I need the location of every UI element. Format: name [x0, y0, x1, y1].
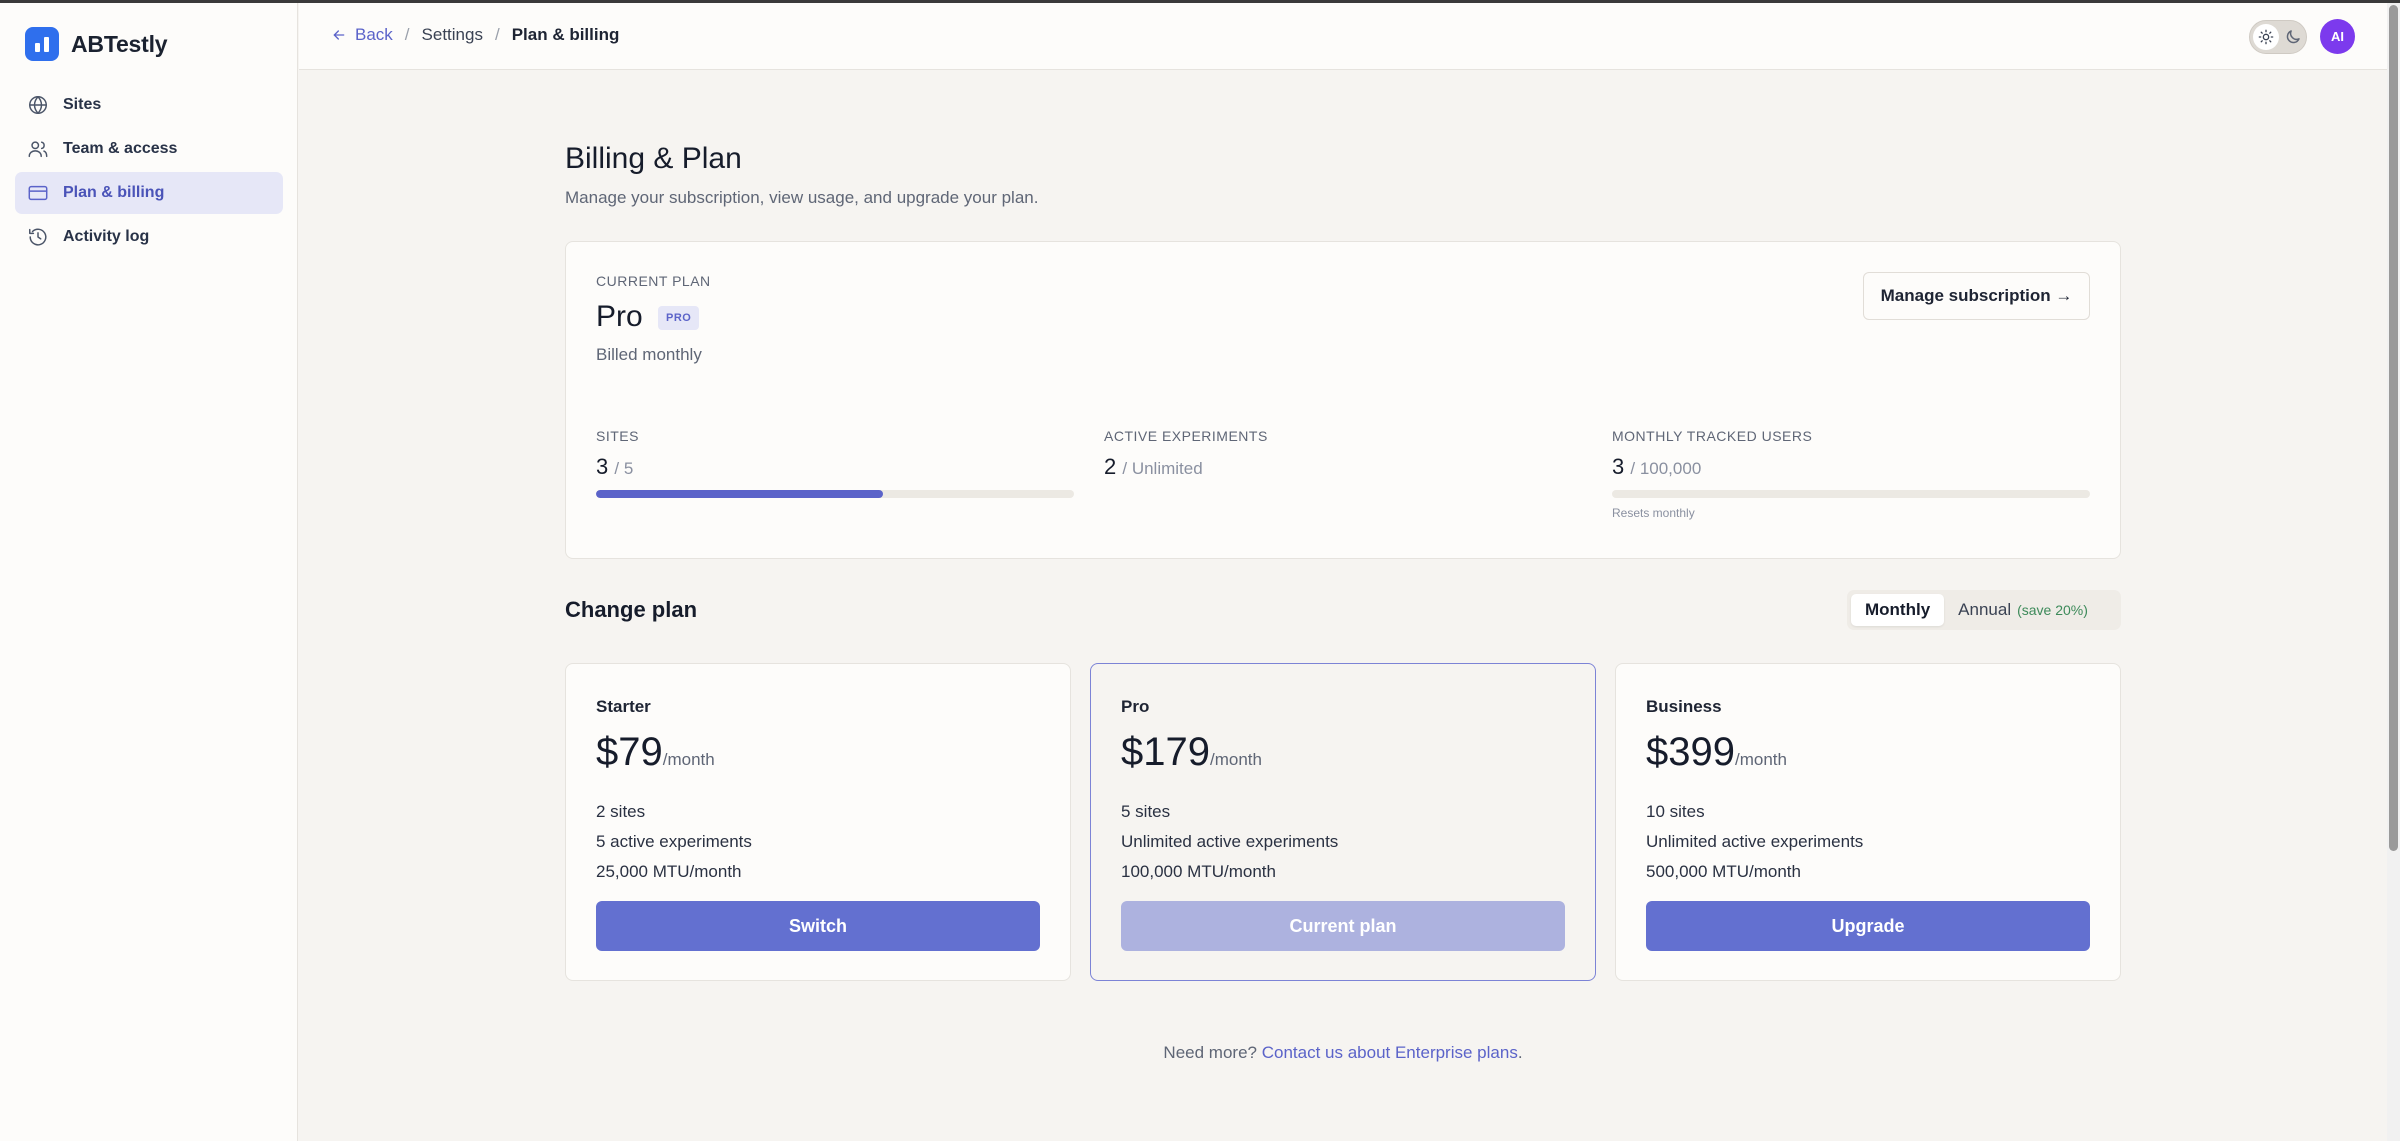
billing-cycle: Billed monthly [596, 345, 702, 364]
brand-logo-icon [25, 27, 59, 61]
sun-icon [2253, 24, 2279, 50]
price-period: /month [1209, 750, 1262, 769]
theme-toggle[interactable] [2249, 20, 2307, 54]
monthly-option[interactable]: Monthly [1851, 594, 1945, 626]
plan-price: $79/month [596, 730, 715, 775]
usage-count: 3 [1612, 454, 1625, 479]
usage-limit: / 100,000 [1630, 459, 1702, 478]
plan-name: Business [1646, 697, 1722, 716]
feature-item: Unlimited active experiments [1646, 832, 1864, 851]
usage-label: ACTIVE EXPERIMENTS [1104, 428, 1268, 444]
price-amount: $399 [1646, 730, 1735, 774]
breadcrumb-current: Plan & billing [511, 25, 620, 44]
credit-card-icon [28, 185, 48, 201]
history-icon [29, 228, 47, 246]
current-plan-label: CURRENT PLAN [596, 273, 711, 289]
price-period: /month [662, 750, 715, 769]
feature-item: 10 sites [1646, 802, 1705, 821]
brand[interactable]: ABTestly [25, 27, 168, 61]
enterprise-contact-link[interactable]: Contact us about Enterprise plans [1262, 1043, 1518, 1062]
plan-features: 10 sites Unlimited active experiments 50… [1646, 797, 1863, 887]
plan-name: Pro [1121, 697, 1150, 716]
usage-sites: SITES 3 / 5 [596, 428, 1074, 498]
sidebar-item-sites[interactable]: Sites [15, 84, 283, 126]
usage-limit: / 5 [614, 459, 634, 478]
scrollbar-thumb[interactable] [2389, 5, 2398, 851]
users-icon [28, 141, 48, 158]
upgrade-button[interactable]: Upgrade [1646, 901, 2090, 951]
sidebar-item-plan-billing[interactable]: Plan & billing [15, 172, 283, 214]
avatar[interactable]: AI [2320, 19, 2355, 54]
back-link[interactable]: Back [331, 25, 393, 45]
usage-bar [1612, 490, 2090, 498]
plan-badge: PRO [658, 306, 700, 330]
price-amount: $179 [1121, 730, 1210, 774]
feature-item: 25,000 MTU/month [596, 862, 742, 881]
usage-value: 3 / 100,000 [1612, 454, 2090, 480]
plan-name: Starter [596, 697, 651, 716]
current-plan-card: CURRENT PLAN Pro PRO Billed monthly Mana… [565, 241, 2121, 559]
plan-features: 2 sites 5 active experiments 25,000 MTU/… [596, 797, 752, 887]
back-label: Back [355, 25, 393, 44]
feature-item: 500,000 MTU/month [1646, 862, 1801, 881]
feature-item: 5 active experiments [596, 832, 752, 851]
scrollbar[interactable] [2387, 3, 2400, 1141]
sidebar-item-team[interactable]: Team & access [15, 128, 283, 170]
usage-label: MONTHLY TRACKED USERS [1612, 428, 1813, 444]
breadcrumb-separator: / [494, 25, 500, 44]
sidebar-nav: Sites Team & access Plan & billing Activ… [15, 84, 283, 260]
annual-option[interactable]: Annual (save 20%) [1944, 594, 2102, 626]
plan-price: $179/month [1121, 730, 1262, 775]
annual-label: Annual [1958, 600, 2012, 619]
price-amount: $79 [596, 730, 663, 774]
usage-reset-note: Resets monthly [1612, 506, 1695, 520]
current-plan-name: Pro [596, 300, 643, 333]
usage-mtu: MONTHLY TRACKED USERS 3 / 100,000 Resets… [1612, 428, 2090, 520]
billing-period-toggle: Monthly Annual (save 20%) [1847, 590, 2121, 630]
sidebar-item-label: Plan & billing [63, 184, 165, 201]
usage-bar-fill [596, 490, 883, 498]
usage-count: 2 [1104, 454, 1117, 479]
plan-card-pro: Pro $179/month 5 sites Unlimited active … [1090, 663, 1596, 981]
usage-experiments: ACTIVE EXPERIMENTS 2 / Unlimited [1104, 428, 1582, 480]
usage-label: SITES [596, 428, 639, 444]
page-title: Billing & Plan [565, 142, 742, 175]
top-header: Back / Settings / Plan & billing AI [299, 3, 2387, 70]
usage-value: 2 / Unlimited [1104, 454, 1582, 480]
annual-savings: (save 20%) [2017, 602, 2088, 618]
breadcrumb-separator: / [404, 25, 410, 44]
enterprise-note: Need more? Contact us about Enterprise p… [0, 1043, 2400, 1063]
feature-item: Unlimited active experiments [1121, 832, 1339, 851]
brand-name: ABTestly [71, 30, 168, 57]
feature-item: 100,000 MTU/month [1121, 862, 1276, 881]
change-plan-title: Change plan [565, 597, 698, 622]
moon-icon [2286, 30, 2300, 44]
sidebar: ABTestly Sites Team & access Plan & bill… [0, 3, 298, 1141]
current-plan-button: Current plan [1121, 901, 1565, 951]
plan-features: 5 sites Unlimited active experiments 100… [1121, 797, 1338, 887]
switch-button[interactable]: Switch [596, 901, 1040, 951]
feature-item: 2 sites [596, 802, 646, 821]
usage-count: 3 [596, 454, 609, 479]
sidebar-item-activity-log[interactable]: Activity log [15, 216, 283, 258]
sidebar-item-label: Team & access [63, 140, 178, 157]
price-period: /month [1734, 750, 1787, 769]
page-subtitle: Manage your subscription, view usage, an… [565, 188, 1039, 207]
arrow-left-icon [333, 30, 345, 40]
sidebar-item-label: Sites [63, 96, 102, 113]
feature-item: 5 sites [1121, 802, 1171, 821]
plan-card-starter: Starter $79/month 2 sites 5 active exper… [565, 663, 1071, 981]
globe-icon [29, 96, 47, 114]
breadcrumb: Back / Settings / Plan & billing [331, 25, 619, 45]
usage-bar [596, 490, 1074, 498]
breadcrumb-settings[interactable]: Settings [422, 25, 483, 45]
usage-limit: / Unlimited [1122, 459, 1203, 478]
manage-subscription-button[interactable]: Manage subscription → [1863, 272, 2090, 320]
enterprise-suffix: . [1517, 1043, 1523, 1062]
usage-value: 3 / 5 [596, 454, 1074, 480]
plan-price: $399/month [1646, 730, 1787, 775]
enterprise-prefix: Need more? [1163, 1043, 1257, 1062]
sidebar-item-label: Activity log [63, 228, 150, 245]
plan-card-business: Business $399/month 10 sites Unlimited a… [1615, 663, 2121, 981]
